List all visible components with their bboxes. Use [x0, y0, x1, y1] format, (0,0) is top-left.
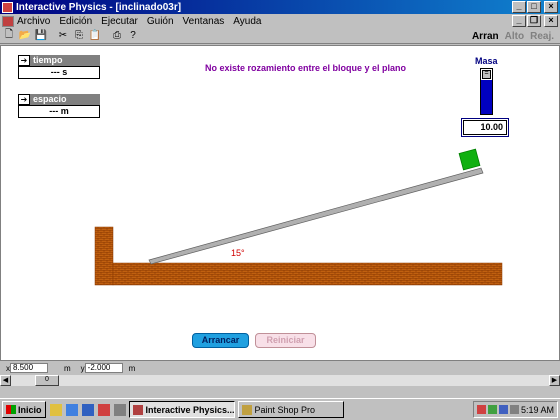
app-window: Interactive Physics - [inclinado03r] _ □… [0, 0, 560, 420]
start-label: Inicio [18, 404, 42, 415]
save-icon[interactable]: 💾 [34, 29, 48, 42]
start-button[interactable]: Arrancar [192, 333, 249, 348]
toolbar: 🗋 📂 💾 ✂ ⎘ 📋 ⎙ ? Arran Alto Reaj. [0, 28, 560, 44]
scroll-left-icon[interactable]: ◀ [0, 375, 11, 386]
scroll-thumb[interactable]: 0 [35, 375, 59, 386]
cut-icon[interactable]: ✂ [56, 29, 70, 42]
windows-logo-icon [6, 405, 16, 414]
title-bar[interactable]: Interactive Physics - [inclinado03r] _ □… [0, 0, 560, 14]
task-interactive-physics[interactable]: Interactive Physics... [128, 401, 235, 418]
tray-icon[interactable] [476, 405, 486, 414]
tray-icon[interactable] [487, 405, 497, 414]
menu-ejecutar[interactable]: Ejecutar [101, 16, 138, 27]
paste-icon[interactable]: 📋 [88, 29, 102, 42]
menu-bar: Archivo Edición Ejecutar Guión Ventanas … [0, 14, 560, 28]
sliding-block[interactable] [458, 148, 481, 171]
new-file-icon[interactable]: 🗋 [2, 29, 16, 42]
system-tray: 5:19 AM [472, 401, 558, 418]
scroll-track[interactable]: 0 [11, 375, 549, 386]
window-title: Interactive Physics - [inclinado03r] [16, 1, 182, 13]
document-icon[interactable] [2, 15, 14, 27]
volume-icon[interactable] [509, 405, 519, 414]
reset-button[interactable]: Reiniciar [255, 333, 316, 348]
task-paint-shop-pro[interactable]: Paint Shop Pro [237, 401, 344, 418]
menu-ayuda[interactable]: Ayuda [233, 16, 261, 27]
x-coordinate: 8.500 [10, 363, 48, 373]
y-coordinate: -2.000 [84, 363, 123, 373]
y-unit: m [128, 363, 136, 373]
simulation-canvas[interactable]: ➔ tiempo --- s ➔ espacio --- m No existe… [0, 45, 560, 361]
x-unit: m [64, 363, 71, 373]
app-icon[interactable] [2, 1, 13, 13]
doc-restore-icon[interactable]: ❐ [527, 15, 541, 27]
print-icon[interactable]: ⎙ [110, 29, 124, 42]
quicklaunch-app-icon[interactable] [113, 403, 126, 416]
taskbar: Inicio Interactive Physics... Paint Shop… [0, 398, 560, 420]
open-folder-icon[interactable]: 📂 [18, 29, 32, 42]
quicklaunch-word-icon[interactable] [81, 403, 94, 416]
clock: 5:19 AM [520, 404, 554, 415]
reset-control-button[interactable]: Reaj. [530, 31, 554, 42]
minimize-icon[interactable]: _ [512, 1, 526, 13]
run-controls: Arran Alto Reaj. [472, 28, 560, 44]
help-icon[interactable]: ? [126, 29, 140, 42]
inclined-plane[interactable] [148, 167, 484, 265]
doc-controls: _ ❐ × [512, 15, 560, 27]
task-label: Paint Shop Pro [254, 404, 316, 415]
maximize-icon[interactable]: □ [527, 1, 541, 13]
angle-label: 15° [231, 248, 245, 258]
task-app-icon [241, 404, 252, 415]
menu-ventanas[interactable]: Ventanas [183, 16, 225, 27]
doc-close-icon[interactable]: × [544, 15, 558, 27]
scene: 15° [94, 148, 503, 286]
doc-minimize-icon[interactable]: _ [512, 15, 526, 27]
quicklaunch-pdf-icon[interactable] [97, 403, 110, 416]
menu-archivo[interactable]: Archivo [17, 16, 50, 27]
time-scrollbar[interactable]: ◀ 0 ▶ [0, 375, 560, 386]
close-icon[interactable]: × [544, 1, 558, 13]
ground-floor[interactable] [112, 262, 503, 286]
copy-icon[interactable]: ⎘ [72, 29, 86, 42]
coordinates-bar: x 8.500 m y -2.000 m [0, 362, 560, 374]
quicklaunch-browser-icon[interactable] [65, 403, 78, 416]
task-label: Interactive Physics... [145, 404, 235, 415]
start-menu-button[interactable]: Inicio [2, 401, 46, 418]
task-app-icon [132, 404, 143, 415]
stop-control-button[interactable]: Alto [505, 31, 524, 42]
quicklaunch-folder-icon[interactable] [49, 403, 62, 416]
tray-icon[interactable] [498, 405, 508, 414]
scroll-right-icon[interactable]: ▶ [549, 375, 560, 386]
menu-edicion[interactable]: Edición [59, 16, 92, 27]
menu-guion[interactable]: Guión [147, 16, 174, 27]
ground-wall[interactable] [94, 226, 114, 286]
run-control-button[interactable]: Arran [472, 31, 499, 42]
